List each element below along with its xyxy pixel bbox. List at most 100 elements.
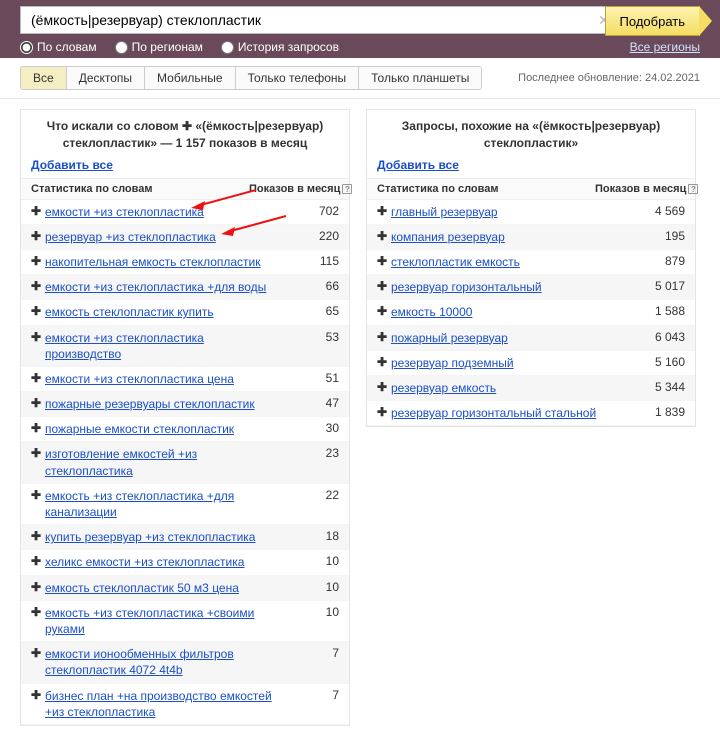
add-icon[interactable]: ✚ bbox=[377, 355, 391, 370]
query-link[interactable]: хеликс емкости +из стеклопластика bbox=[45, 554, 289, 570]
add-icon[interactable]: ✚ bbox=[31, 279, 45, 294]
add-icon[interactable]: ✚ bbox=[31, 304, 45, 319]
impressions-value: 7 bbox=[289, 646, 339, 660]
query-link[interactable]: пожарный резервуар bbox=[391, 330, 635, 346]
add-icon[interactable]: ✚ bbox=[31, 229, 45, 244]
query-link[interactable]: емкости ионообменных фильтров стеклоплас… bbox=[45, 646, 289, 678]
table-row: ✚накопительная емкость стеклопластик115 bbox=[21, 250, 349, 275]
search-input[interactable] bbox=[20, 6, 605, 34]
query-link[interactable]: емкость +из стеклопластика +своими рукам… bbox=[45, 605, 289, 637]
add-icon[interactable]: ✚ bbox=[377, 330, 391, 345]
query-link[interactable]: пожарные емкости стеклопластик bbox=[45, 421, 289, 437]
query-link[interactable]: резервуар горизонтальный стальной bbox=[391, 405, 635, 421]
add-icon[interactable]: ✚ bbox=[31, 371, 45, 386]
last-update-label: Последнее обновление: 24.02.2021 bbox=[518, 72, 700, 84]
submit-button[interactable]: Подобрать bbox=[605, 6, 700, 36]
table-row: ✚ бизнес план +на производство емкостей … bbox=[21, 684, 349, 725]
tab-mobile[interactable]: Мобильные bbox=[145, 67, 236, 89]
table-row: ✚резервуар +из стеклопластика220 bbox=[21, 225, 349, 250]
tab-desktops[interactable]: Десктопы bbox=[67, 67, 145, 89]
table-row: ✚хеликс емкости +из стеклопластика10 bbox=[21, 550, 349, 575]
query-link[interactable]: емкости +из стеклопластика bbox=[45, 204, 289, 220]
impressions-value: 702 bbox=[289, 204, 339, 218]
help-icon[interactable]: ? bbox=[342, 184, 352, 194]
radio-by-words[interactable]: По словам bbox=[20, 40, 97, 54]
query-link[interactable]: емкость 10000 bbox=[391, 304, 635, 320]
impressions-value: 51 bbox=[289, 371, 339, 385]
table-row: ✚емкость +из стеклопластика +своими рука… bbox=[21, 601, 349, 642]
radio-by-words-input[interactable] bbox=[20, 41, 33, 54]
add-icon[interactable]: ✚ bbox=[31, 554, 45, 569]
impressions-value: 4 569 bbox=[635, 204, 685, 218]
query-link[interactable]: компания резервуар bbox=[391, 229, 635, 245]
add-icon[interactable]: ✚ bbox=[377, 405, 391, 420]
query-link[interactable]: резервуар горизонтальный bbox=[391, 279, 635, 295]
all-regions-link[interactable]: Все регионы bbox=[630, 40, 700, 54]
add-icon[interactable]: ✚ bbox=[31, 330, 45, 345]
tab-phones[interactable]: Только телефоны bbox=[236, 67, 360, 89]
query-link[interactable]: бизнес план +на производство емкостей +и… bbox=[45, 688, 289, 720]
add-icon[interactable]: ✚ bbox=[31, 396, 45, 411]
radio-history-input[interactable] bbox=[221, 41, 234, 54]
table-row: ✚пожарные емкости стеклопластик30 bbox=[21, 417, 349, 442]
query-link[interactable]: резервуар емкость bbox=[391, 380, 635, 396]
table-row: ✚резервуар горизонтальный5 017 bbox=[367, 275, 695, 300]
query-link[interactable]: накопительная емкость стеклопластик bbox=[45, 254, 289, 270]
impressions-value: 5 017 bbox=[635, 279, 685, 293]
add-icon[interactable]: ✚ bbox=[31, 646, 45, 661]
left-column-headers: Статистика по словам Показов в месяц? bbox=[21, 178, 349, 200]
add-icon[interactable]: ✚ bbox=[377, 254, 391, 269]
query-link[interactable]: емкость стеклопластик купить bbox=[45, 304, 289, 320]
add-icon[interactable]: ✚ bbox=[31, 254, 45, 269]
add-icon[interactable]: ✚ bbox=[31, 421, 45, 436]
impressions-value: 220 bbox=[289, 229, 339, 243]
left-hdr-impressions: Показов в месяц? bbox=[249, 183, 339, 195]
add-icon[interactable]: ✚ bbox=[31, 688, 45, 703]
radio-history[interactable]: История запросов bbox=[221, 40, 339, 54]
query-link[interactable]: пожарные резервуары стеклопластик bbox=[45, 396, 289, 412]
tab-tablets[interactable]: Только планшеты bbox=[359, 67, 481, 89]
query-link[interactable]: емкости +из стеклопластика цена bbox=[45, 371, 289, 387]
query-link[interactable]: главный резервуар bbox=[391, 204, 635, 220]
add-icon[interactable]: ✚ bbox=[377, 279, 391, 294]
add-icon[interactable]: ✚ bbox=[31, 204, 45, 219]
add-icon[interactable]: ✚ bbox=[31, 446, 45, 461]
left-hdr-stats: Статистика по словам bbox=[31, 183, 249, 195]
impressions-value: 1 588 bbox=[635, 304, 685, 318]
add-icon[interactable]: ✚ bbox=[31, 580, 45, 595]
impressions-value: 115 bbox=[289, 254, 339, 268]
query-link[interactable]: купить резервуар +из стеклопластика bbox=[45, 529, 289, 545]
add-icon[interactable]: ✚ bbox=[377, 229, 391, 244]
add-icon[interactable]: ✚ bbox=[377, 204, 391, 219]
impressions-value: 879 bbox=[635, 254, 685, 268]
tab-all[interactable]: Все bbox=[21, 67, 67, 89]
query-link[interactable]: резервуар +из стеклопластика bbox=[45, 229, 289, 245]
add-icon[interactable]: ✚ bbox=[377, 304, 391, 319]
query-link[interactable]: емкость +из стеклопластика +для канализа… bbox=[45, 488, 289, 520]
query-link[interactable]: стеклопластик емкость bbox=[391, 254, 635, 270]
help-icon[interactable]: ? bbox=[688, 184, 698, 194]
radio-by-regions-input[interactable] bbox=[115, 41, 128, 54]
add-icon[interactable]: ✚ bbox=[31, 488, 45, 503]
right-add-all-link[interactable]: Добавить все bbox=[367, 158, 469, 178]
table-row: ✚купить резервуар +из стеклопластика18 bbox=[21, 525, 349, 550]
add-icon[interactable]: ✚ bbox=[31, 529, 45, 544]
left-add-all-link[interactable]: Добавить все bbox=[21, 158, 123, 178]
query-link[interactable]: изготовление емкостей +из стеклопластика bbox=[45, 446, 289, 478]
impressions-value: 30 bbox=[289, 421, 339, 435]
query-link[interactable]: емкость стеклопластик 50 м3 цена bbox=[45, 580, 289, 596]
query-link[interactable]: резервуар подземный bbox=[391, 355, 635, 371]
impressions-value: 7 bbox=[289, 688, 339, 702]
right-panel: Запросы, похожие на «(ёмкость|резервуар)… bbox=[366, 109, 696, 427]
table-row: ✚емкости +из стеклопластика702 bbox=[21, 200, 349, 225]
query-link[interactable]: емкости +из стеклопластика производство bbox=[45, 330, 289, 362]
query-link[interactable]: емкости +из стеклопластика +для воды bbox=[45, 279, 289, 295]
table-row: ✚емкости +из стеклопластика производство… bbox=[21, 326, 349, 367]
add-icon[interactable]: ✚ bbox=[377, 380, 391, 395]
table-row: ✚изготовление емкостей +из стеклопластик… bbox=[21, 442, 349, 483]
add-icon[interactable]: ✚ bbox=[31, 605, 45, 620]
radio-by-regions[interactable]: По регионам bbox=[115, 40, 203, 54]
table-row: ✚пожарный резервуар6 043 bbox=[367, 326, 695, 351]
impressions-value: 195 bbox=[635, 229, 685, 243]
impressions-value: 22 bbox=[289, 488, 339, 502]
